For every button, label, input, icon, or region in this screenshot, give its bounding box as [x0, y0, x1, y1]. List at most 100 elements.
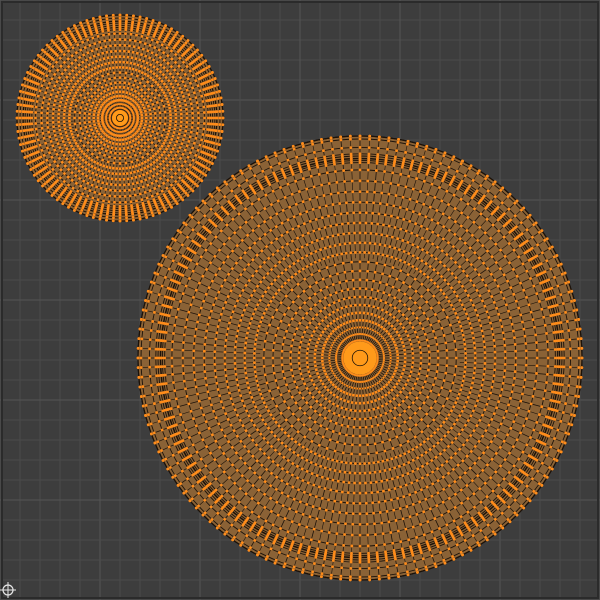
uv-vertex[interactable] — [263, 373, 267, 377]
uv-vertex[interactable] — [87, 63, 91, 67]
uv-vertex[interactable] — [335, 350, 338, 353]
uv-vertex[interactable] — [165, 69, 169, 73]
uv-vertex[interactable] — [433, 431, 437, 435]
uv-vertex[interactable] — [352, 501, 356, 505]
uv-vertex[interactable] — [353, 326, 356, 329]
uv-vertex[interactable] — [129, 61, 133, 65]
uv-vertex[interactable] — [113, 32, 116, 36]
uv-vertex[interactable] — [376, 331, 379, 334]
uv-vertex[interactable] — [475, 289, 479, 292]
uv-vertex[interactable] — [78, 56, 81, 59]
uv-vertex[interactable] — [324, 397, 328, 401]
uv-vertex[interactable] — [483, 231, 487, 235]
uv-vertex[interactable] — [471, 381, 474, 385]
uv-vertex[interactable] — [349, 461, 353, 465]
uv-vertex[interactable] — [81, 165, 85, 169]
uv-vertex[interactable] — [209, 242, 213, 245]
uv-vertex[interactable] — [132, 83, 135, 87]
uv-vertex[interactable] — [256, 383, 260, 387]
uv-vertex[interactable] — [74, 58, 78, 62]
uv-vertex[interactable] — [63, 33, 66, 37]
uv-vertex[interactable] — [329, 419, 333, 423]
uv-vertex[interactable] — [254, 405, 257, 409]
uv-vertex[interactable] — [133, 62, 136, 66]
uv-vertex[interactable] — [35, 100, 39, 103]
uv-vertex[interactable] — [101, 74, 105, 78]
uv-vertex[interactable] — [452, 405, 456, 409]
uv-vertex[interactable] — [411, 356, 415, 360]
uv-vertex[interactable] — [451, 381, 455, 385]
uv-vertex[interactable] — [395, 277, 399, 281]
uv-vertex[interactable] — [191, 146, 194, 150]
uv-vertex[interactable] — [342, 232, 346, 236]
uv-vertex[interactable] — [40, 148, 44, 152]
uv-vertex[interactable] — [447, 510, 450, 513]
uv-vertex[interactable] — [341, 451, 345, 455]
uv-vertex[interactable] — [336, 365, 339, 368]
uv-vertex[interactable] — [229, 423, 233, 427]
uv-vertex[interactable] — [145, 36, 149, 40]
uv-vertex[interactable] — [411, 387, 415, 390]
uv-vertex[interactable] — [162, 66, 166, 70]
uv-vertex[interactable] — [274, 225, 278, 229]
uv-vertex[interactable] — [73, 24, 76, 28]
uv-vertex[interactable] — [153, 121, 157, 125]
uv-vertex[interactable] — [151, 214, 155, 217]
uv-vertex[interactable] — [422, 202, 426, 206]
uv-vertex[interactable] — [289, 356, 292, 360]
uv-vertex[interactable] — [99, 46, 103, 50]
uv-vertex[interactable] — [180, 142, 184, 146]
uv-vertex[interactable] — [419, 361, 423, 365]
uv-vertex[interactable] — [86, 51, 90, 55]
uv-vertex[interactable] — [408, 220, 412, 223]
uv-vertex[interactable] — [69, 79, 73, 83]
uv-vertex[interactable] — [296, 248, 299, 252]
uv-vertex[interactable] — [81, 158, 85, 162]
uv-vertex[interactable] — [52, 129, 56, 133]
uv-vertex[interactable] — [432, 418, 436, 422]
uv-vertex[interactable] — [519, 313, 523, 317]
uv-vertex[interactable] — [492, 338, 496, 342]
uv-vertex[interactable] — [452, 519, 456, 523]
uv-vertex[interactable] — [257, 224, 261, 228]
uv-vertex[interactable] — [170, 95, 174, 98]
uv-vertex[interactable] — [207, 65, 211, 68]
uv-vertex[interactable] — [431, 242, 435, 246]
uv-vertex[interactable] — [345, 279, 348, 283]
uv-vertex[interactable] — [210, 162, 214, 165]
uv-vertex[interactable] — [253, 342, 257, 346]
uv-vertex[interactable] — [108, 77, 111, 81]
uv-vertex[interactable] — [447, 203, 450, 206]
uv-vertex[interactable] — [372, 461, 376, 465]
uv-vertex[interactable] — [134, 132, 137, 135]
uv-vertex[interactable] — [350, 334, 353, 337]
uv-vertex[interactable] — [95, 103, 99, 107]
uv-vertex[interactable] — [390, 477, 394, 481]
uv-vertex[interactable] — [203, 116, 206, 120]
uv-vertex[interactable] — [478, 418, 482, 422]
uv-vertex[interactable] — [170, 356, 174, 360]
uv-vertex[interactable] — [458, 237, 462, 241]
uv-vertex[interactable] — [160, 153, 164, 157]
uv-vertex[interactable] — [148, 108, 152, 112]
uv-vertex[interactable] — [402, 281, 405, 284]
uv-vertex[interactable] — [325, 447, 329, 450]
uv-vertex[interactable] — [368, 393, 372, 396]
uv-vertex[interactable] — [61, 202, 65, 206]
uv-vertex[interactable] — [202, 105, 206, 109]
uv-vertex[interactable] — [29, 65, 33, 68]
uv-vertex[interactable] — [321, 350, 325, 353]
uv-vertex[interactable] — [219, 483, 223, 487]
uv-vertex[interactable] — [327, 182, 331, 185]
uv-vertex[interactable] — [396, 319, 399, 322]
uv-vertex[interactable] — [277, 288, 281, 292]
uv-vertex[interactable] — [126, 146, 130, 150]
uv-vertex[interactable] — [155, 101, 159, 104]
uv-vertex[interactable] — [46, 107, 50, 110]
uv-vertex[interactable] — [452, 245, 455, 249]
uv-vertex[interactable] — [485, 310, 489, 314]
uv-vertex[interactable] — [221, 109, 225, 113]
uv-vertex[interactable] — [111, 61, 115, 64]
uv-vertex[interactable] — [342, 297, 346, 301]
uv-vertex[interactable] — [387, 367, 390, 370]
